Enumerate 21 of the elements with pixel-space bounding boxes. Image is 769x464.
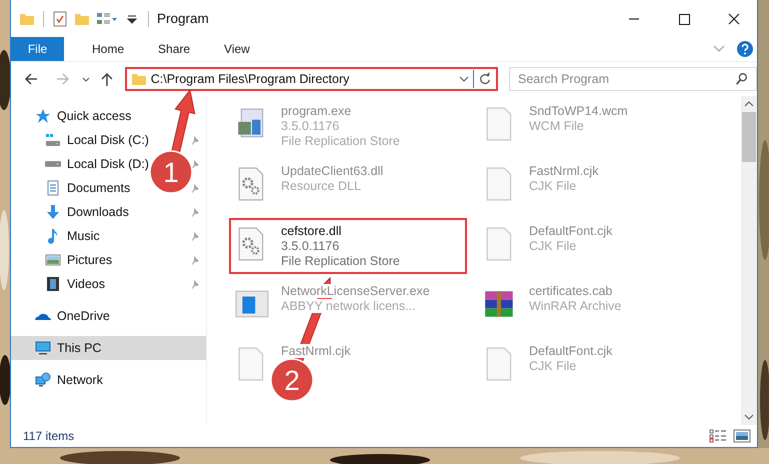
sidebar-item[interactable]: Downloads	[45, 200, 133, 224]
step-badge: 2	[270, 358, 314, 402]
item-count: 117 items	[23, 429, 74, 443]
sidebar-item[interactable]: Music	[45, 224, 104, 248]
file-tab[interactable]: File	[11, 37, 64, 61]
sidebar-item[interactable]: OneDrive	[11, 304, 206, 328]
address-bar[interactable]: C:\Program Files\Program Directory	[124, 67, 498, 91]
ribbon-tab[interactable]: Share	[144, 37, 204, 61]
ribbon-tab[interactable]: Home	[78, 37, 138, 61]
sidebar-item[interactable]: Videos	[45, 272, 109, 296]
sidebar-item[interactable]: Documents	[45, 176, 134, 200]
sidebar-item[interactable]: Pictures	[45, 248, 116, 272]
search-field[interactable]: Search Program	[508, 67, 757, 91]
sidebar-item[interactable]: This PC	[11, 336, 206, 360]
sidebar-item[interactable]: Network	[11, 368, 206, 392]
ribbon-tab[interactable]: View	[210, 37, 264, 61]
sidebar-item[interactable]: Local Disk (C:)	[45, 128, 153, 152]
sidebar-item[interactable]: Quick access	[11, 104, 206, 128]
step-badge: 1	[149, 150, 193, 194]
file-item[interactable]: cefstore.dll 3.5.0.1176 File Replication Store	[229, 218, 467, 274]
window-title: Program	[157, 11, 209, 26]
